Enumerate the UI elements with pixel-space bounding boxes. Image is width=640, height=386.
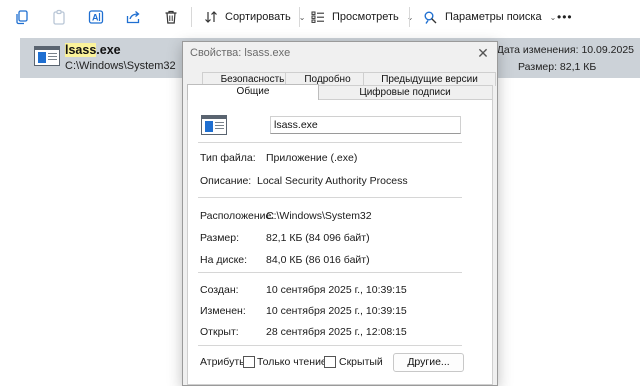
divider xyxy=(198,345,462,346)
rename-icon: A xyxy=(88,10,104,24)
chevron-down-icon: ⌄ xyxy=(549,12,557,22)
toolbar-divider xyxy=(409,7,410,27)
divider xyxy=(198,272,462,273)
delete-icon xyxy=(165,10,177,24)
more-button[interactable]: ••• xyxy=(557,5,573,29)
modified-label: Изменен: xyxy=(200,305,246,317)
file-extension: .exe xyxy=(96,43,121,57)
location-label: Расположение: xyxy=(200,210,275,222)
type-value: Приложение (.exe) xyxy=(266,152,358,164)
file-name-field[interactable] xyxy=(270,116,461,134)
search-match-highlight: lsass xyxy=(65,43,97,57)
created-label: Создан: xyxy=(200,284,239,296)
toolbar-divider xyxy=(299,7,300,27)
description-value: Local Security Authority Process xyxy=(257,175,408,187)
sort-button[interactable]: Сортировать ⌄ xyxy=(204,5,305,29)
copy-icon xyxy=(16,10,28,25)
delete-button[interactable] xyxy=(163,5,179,29)
general-tab-panel: Тип файла: Приложение (.exe) Описание: L… xyxy=(187,99,493,385)
exe-file-icon xyxy=(34,46,60,66)
tab-previous-versions[interactable]: Предыдущие версии xyxy=(363,72,496,86)
hidden-label: Скрытый xyxy=(339,356,383,368)
close-icon: ✕ xyxy=(477,44,489,61)
tab-general[interactable]: Общие xyxy=(187,84,319,100)
view-label: Просмотреть xyxy=(332,11,399,23)
created-value: 10 сентября 2025 г., 10:39:15 xyxy=(266,284,407,296)
close-button[interactable]: ✕ xyxy=(473,44,493,62)
divider xyxy=(198,142,462,143)
readonly-checkbox[interactable] xyxy=(243,356,255,368)
file-path: C:\Windows\System32 xyxy=(65,60,176,72)
description-label: Описание: xyxy=(200,175,252,187)
exe-file-icon xyxy=(201,115,227,135)
size-on-disk-value: 84,0 КБ (86 016 байт) xyxy=(266,254,370,266)
copy-button[interactable] xyxy=(14,5,30,29)
file-size: Размер: 82,1 КБ xyxy=(518,61,597,73)
command-bar: A Сортировать ⌄ Просмотреть ⌄ Параметры … xyxy=(0,0,640,34)
search-options-icon xyxy=(424,11,437,24)
sort-label: Сортировать xyxy=(225,11,291,23)
accessed-value: 28 сентября 2025 г., 12:08:15 xyxy=(266,326,407,338)
search-options-label: Параметры поиска xyxy=(445,11,542,23)
type-label: Тип файла: xyxy=(200,152,256,164)
size-label: Размер: xyxy=(200,232,240,244)
properties-dialog: Свойства: lsass.exe ✕ Безопасность Подро… xyxy=(182,41,498,386)
accessed-label: Открыт: xyxy=(200,326,239,338)
rename-button[interactable]: A xyxy=(88,5,104,29)
search-options-button[interactable]: Параметры поиска ⌄ xyxy=(423,5,556,29)
readonly-label: Только чтение xyxy=(257,356,327,368)
dialog-title: Свойства: lsass.exe xyxy=(190,47,291,59)
divider xyxy=(198,197,462,198)
view-icon xyxy=(311,11,324,23)
toolbar-divider xyxy=(191,7,192,27)
file-date-modified: Дата изменения: 10.09.2025 xyxy=(496,44,634,56)
share-icon xyxy=(126,11,140,24)
more-icon: ••• xyxy=(557,10,573,24)
location-value: C:\Windows\System32 xyxy=(266,210,372,222)
paste-icon xyxy=(53,9,65,25)
file-name: lsass.exe xyxy=(65,43,121,57)
size-value: 82,1 КБ (84 096 байт) xyxy=(266,232,370,244)
sort-icon xyxy=(205,11,217,23)
hidden-checkbox[interactable] xyxy=(324,356,336,368)
view-button[interactable]: Просмотреть ⌄ xyxy=(311,5,413,29)
size-on-disk-label: На диске: xyxy=(200,254,248,266)
paste-button[interactable] xyxy=(51,5,67,29)
tab-digital-signatures[interactable]: Цифровые подписи xyxy=(317,85,493,99)
chevron-down-icon: ⌄ xyxy=(406,12,414,22)
advanced-button[interactable]: Другие... xyxy=(393,353,464,372)
modified-value: 10 сентября 2025 г., 10:39:15 xyxy=(266,305,407,317)
svg-text:A: A xyxy=(92,13,99,23)
share-button[interactable] xyxy=(125,5,141,29)
